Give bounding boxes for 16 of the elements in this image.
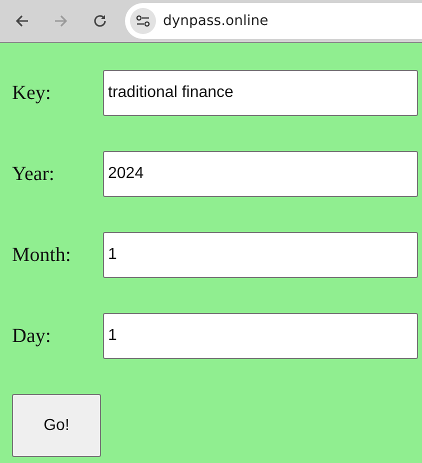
- address-bar[interactable]: dynpass.online: [125, 3, 422, 39]
- input-field[interactable]: 1: [103, 313, 418, 359]
- site-settings-button[interactable]: [130, 8, 156, 34]
- go-button[interactable]: Go!: [12, 394, 101, 457]
- field-label: Day:: [12, 324, 52, 348]
- back-arrow-icon: [15, 14, 29, 28]
- input-field[interactable]: traditional finance: [103, 70, 418, 116]
- url-text: dynpass.online: [163, 13, 268, 29]
- field-label: Key:: [12, 82, 52, 104]
- forward-arrow-icon: [54, 14, 68, 28]
- field-label: Month:: [12, 244, 72, 266]
- reload-icon: [93, 14, 107, 28]
- input-field[interactable]: 2024: [103, 151, 418, 197]
- sliders-icon: [136, 15, 150, 27]
- field-label: Year:: [12, 162, 56, 186]
- input-field[interactable]: 1: [103, 232, 418, 278]
